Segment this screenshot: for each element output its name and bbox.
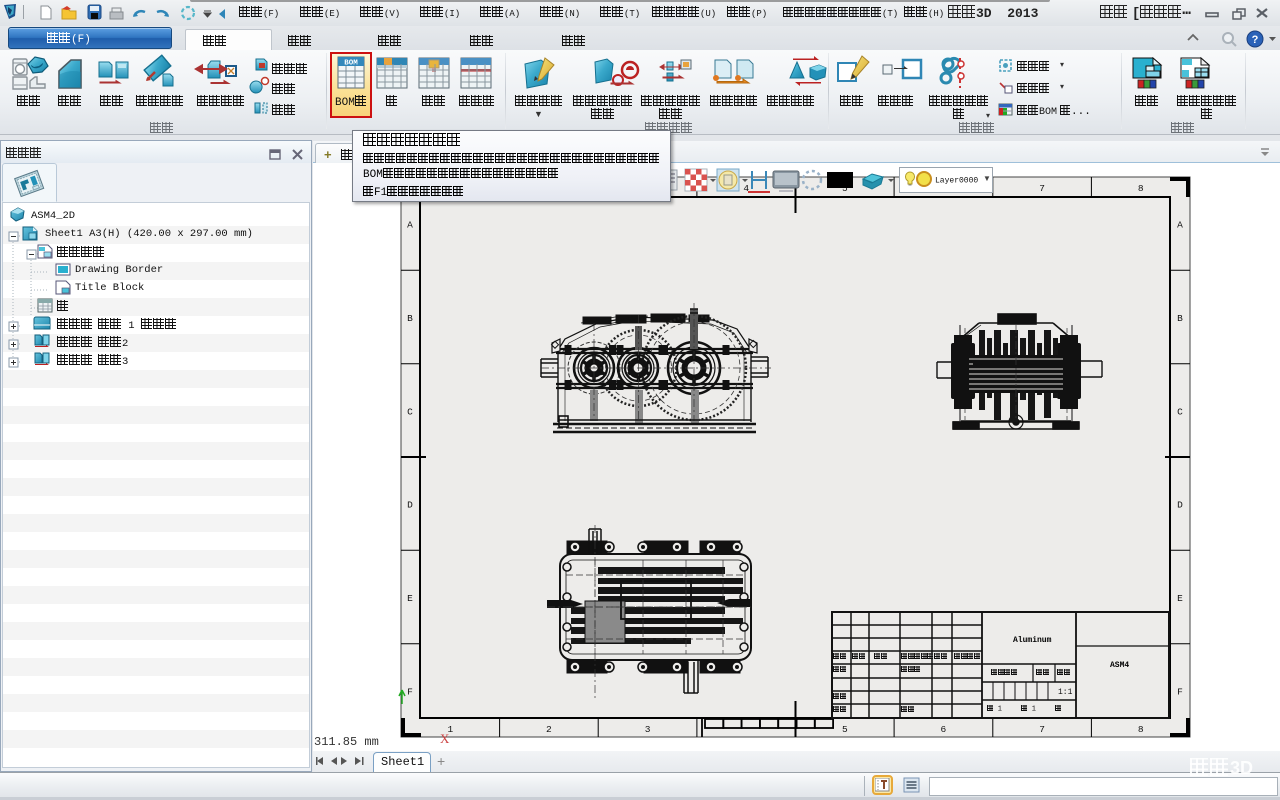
svg-text:X: X <box>440 731 450 746</box>
svg-text:D: D <box>1177 500 1183 511</box>
svg-text:A: A <box>1177 220 1183 231</box>
svg-text:E: E <box>407 593 413 604</box>
svg-text:7: 7 <box>1039 183 1045 194</box>
svg-text:F: F <box>1177 686 1183 697</box>
svg-text:5: 5 <box>842 724 848 735</box>
svg-text:E: E <box>1177 593 1183 604</box>
svg-text:?: ? <box>1252 34 1259 46</box>
svg-text:7: 7 <box>1039 724 1045 735</box>
svg-text:B: B <box>1177 313 1183 324</box>
svg-text:C: C <box>407 406 413 417</box>
svg-text:8: 8 <box>1138 724 1144 735</box>
svg-text:D: D <box>407 500 413 511</box>
svg-text:F: F <box>407 686 413 697</box>
svg-text:8: 8 <box>1138 183 1144 194</box>
svg-text:6: 6 <box>941 724 947 735</box>
svg-text:2: 2 <box>546 724 552 735</box>
svg-text:A: A <box>407 220 413 231</box>
svg-text:B: B <box>407 313 413 324</box>
svg-text:C: C <box>1177 406 1183 417</box>
svg-text:3: 3 <box>645 724 651 735</box>
svg-text:Layer0000: Layer0000 <box>935 177 978 186</box>
